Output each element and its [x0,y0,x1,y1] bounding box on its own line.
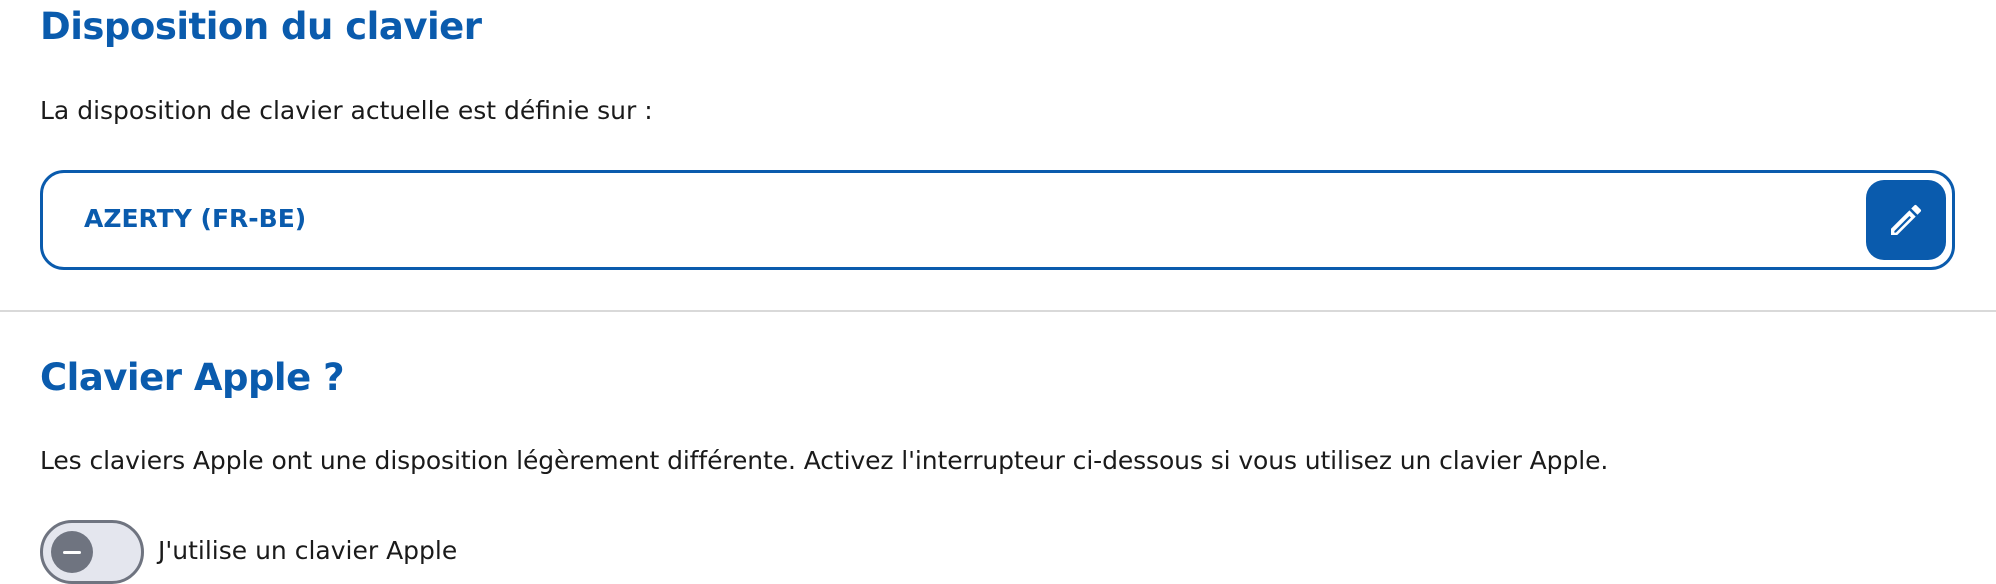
keyboard-layout-description: La disposition de clavier actuelle est d… [40,96,653,125]
keyboard-layout-value: AZERTY (FR-BE) [84,204,307,233]
minus-icon [63,550,81,554]
pencil-icon [1886,200,1926,240]
apple-keyboard-toggle-label[interactable]: J'utilise un clavier Apple [158,536,457,565]
toggle-knob [51,531,93,573]
keyboard-layout-title: Disposition du clavier [40,5,482,48]
apple-keyboard-description: Les claviers Apple ont une disposition l… [40,446,1609,475]
apple-keyboard-title: Clavier Apple ? [40,356,345,399]
section-divider [0,310,1996,312]
edit-layout-button[interactable] [1866,180,1946,260]
keyboard-layout-field: AZERTY (FR-BE) [40,170,1955,270]
apple-keyboard-toggle[interactable] [40,520,144,584]
